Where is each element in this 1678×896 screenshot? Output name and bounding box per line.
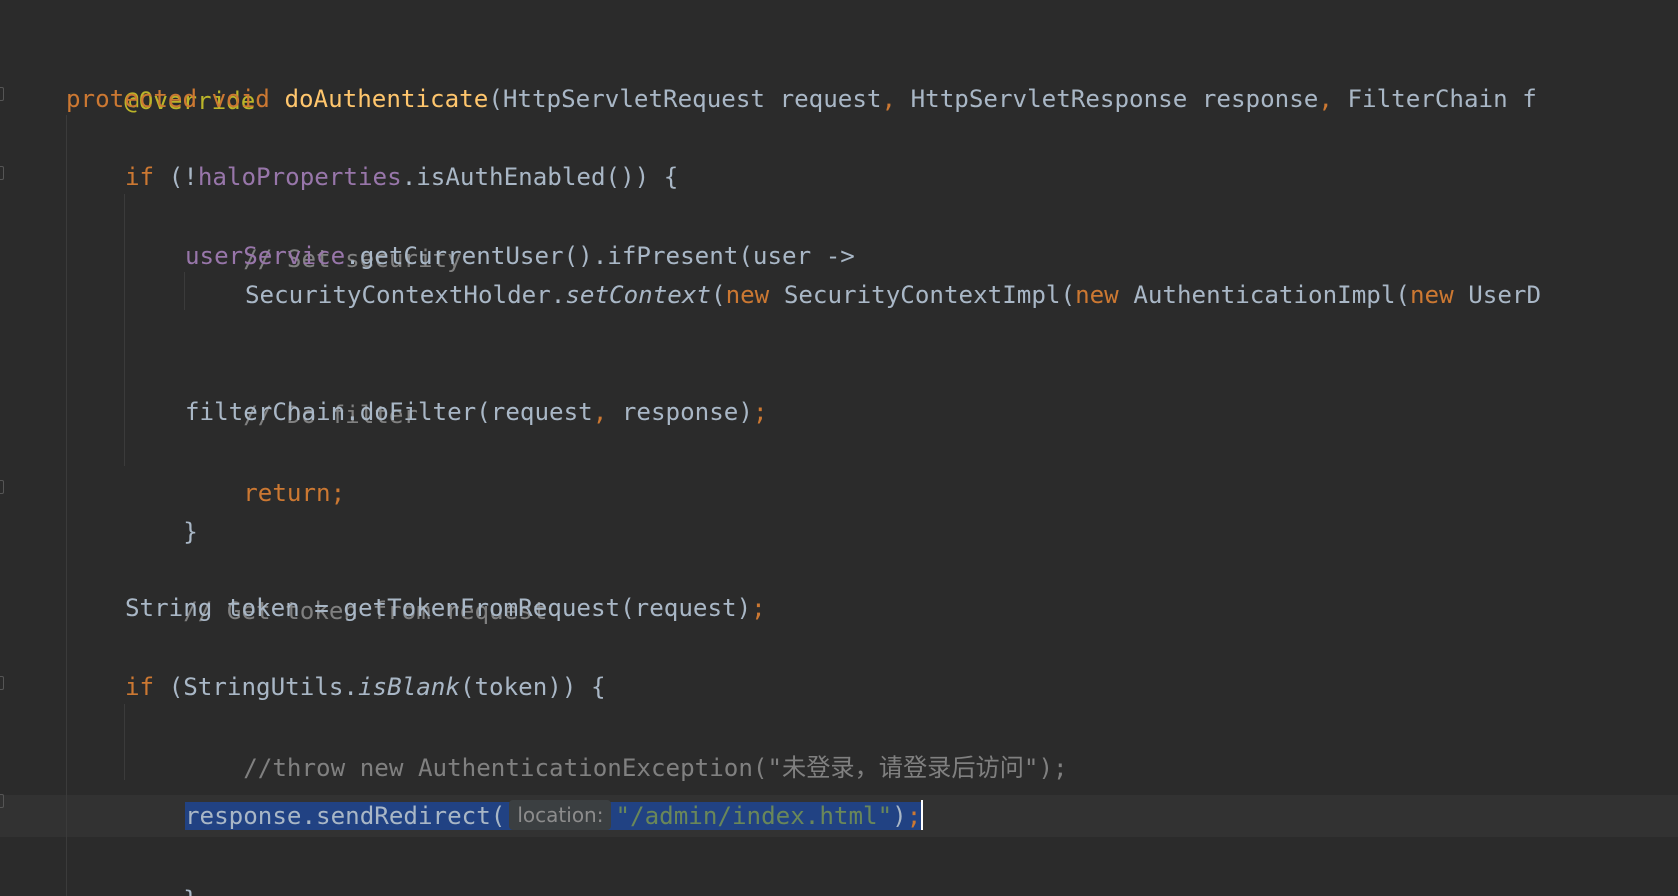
indent-guide: [66, 115, 67, 896]
code-token: String token = getTokenFromRequest(reque…: [125, 594, 752, 622]
field-token: haloProperties: [197, 163, 402, 191]
code-token: (StringUtils.: [168, 673, 358, 701]
code-token: UserD: [1468, 281, 1542, 309]
static-method-token: setContext: [565, 281, 711, 309]
text-caret: [921, 800, 924, 830]
type-token: HttpServletResponse: [910, 85, 1188, 113]
code-line-2[interactable]: protected void doAuthenticate(HttpServle…: [66, 78, 1537, 120]
keyword-token: return;: [243, 479, 346, 507]
fold-icon[interactable]: [0, 676, 4, 690]
code-token: }: [183, 518, 198, 546]
param-token: request: [779, 85, 882, 113]
comment-token: //throw new AuthenticationException("未登录…: [243, 754, 1068, 782]
keyword-token: void: [211, 85, 270, 113]
code-token: SecurityContextImpl(: [783, 281, 1076, 309]
comma-token: ,: [881, 85, 897, 113]
code-line-7[interactable]: // Do filter: [185, 352, 418, 429]
code-line-3[interactable]: if (!haloProperties.isAuthEnabled()) {: [125, 156, 678, 198]
editor-gutter: [0, 0, 16, 896]
keyword-token: new: [1410, 281, 1454, 309]
code-token: f: [1522, 85, 1537, 113]
fold-icon[interactable]: [0, 87, 4, 101]
code-token: }: [183, 886, 198, 896]
code-line-6[interactable]: SecurityContextHolder.setContext(new Sec…: [245, 274, 1541, 316]
keyword-token: protected: [66, 85, 198, 113]
code-token: response): [621, 398, 753, 426]
code-editor[interactable]: @Override protected void doAuthenticate(…: [0, 0, 1678, 896]
indent-guide: [124, 194, 125, 466]
string-token: "/admin/index.html": [615, 802, 893, 830]
code-token: AuthenticationImpl(: [1133, 281, 1410, 309]
comma-token: ,: [592, 398, 608, 426]
parameter-hint: location:: [509, 800, 612, 830]
code-token: response.sendRedirect(: [185, 802, 506, 830]
code-token: ): [892, 802, 907, 830]
code-token: (: [711, 281, 726, 309]
keyword-token: new: [725, 281, 770, 309]
static-method-token: isBlank: [358, 673, 460, 701]
param-token: response: [1201, 85, 1319, 113]
field-token: userService: [185, 242, 346, 270]
selected-code: response.sendRedirect(location: "/admin/i…: [185, 800, 922, 830]
fold-icon[interactable]: [0, 480, 4, 494]
type-token: HttpServletRequest: [502, 85, 765, 113]
keyword-token: if: [125, 163, 155, 191]
code-token: .isAuthEnabled()) {: [401, 163, 679, 191]
semicolon-token: ;: [752, 398, 768, 426]
semicolon-token: ;: [751, 594, 766, 622]
semicolon-token: ;: [906, 802, 922, 830]
indent-guide: [124, 704, 125, 780]
code-token: filterChain.doFilter(request: [185, 398, 593, 426]
code-line-14[interactable]: //throw new AuthenticationException("未登录…: [185, 705, 1067, 782]
code-line-13[interactable]: if (StringUtils.isBlank(token)) {: [125, 666, 606, 708]
keyword-token: new: [1075, 281, 1119, 309]
code-line-16[interactable]: }: [125, 837, 198, 896]
code-line-12[interactable]: String token = getTokenFromRequest(reque…: [125, 587, 766, 629]
code-line-10[interactable]: }: [125, 469, 198, 546]
keyword-token: if: [125, 673, 155, 701]
code-line-8[interactable]: filterChain.doFilter(request, response);: [185, 391, 768, 433]
code-token: (: [488, 85, 503, 113]
code-line-11[interactable]: // Get token from request: [125, 548, 547, 625]
code-line-5[interactable]: userService.getCurrentUser().ifPresent(u…: [185, 235, 855, 277]
method-name-token: doAuthenticate: [284, 85, 489, 113]
type-token: FilterChain: [1347, 85, 1508, 113]
fold-icon[interactable]: [0, 166, 4, 180]
code-token: SecurityContextHolder.: [245, 281, 566, 309]
code-line-9[interactable]: return;: [185, 430, 345, 507]
code-token: (!: [168, 163, 198, 191]
code-line-15[interactable]: response.sendRedirect(location: "/admin/i…: [185, 795, 924, 837]
code-line-4[interactable]: // Set security: [185, 196, 461, 273]
code-token: (token)) {: [459, 673, 606, 701]
code-line-1[interactable]: @Override: [66, 38, 255, 115]
comma-token: ,: [1318, 85, 1333, 113]
code-token: .getCurrentUser().ifPresent(user ->: [345, 242, 855, 270]
fold-icon[interactable]: [0, 794, 4, 808]
